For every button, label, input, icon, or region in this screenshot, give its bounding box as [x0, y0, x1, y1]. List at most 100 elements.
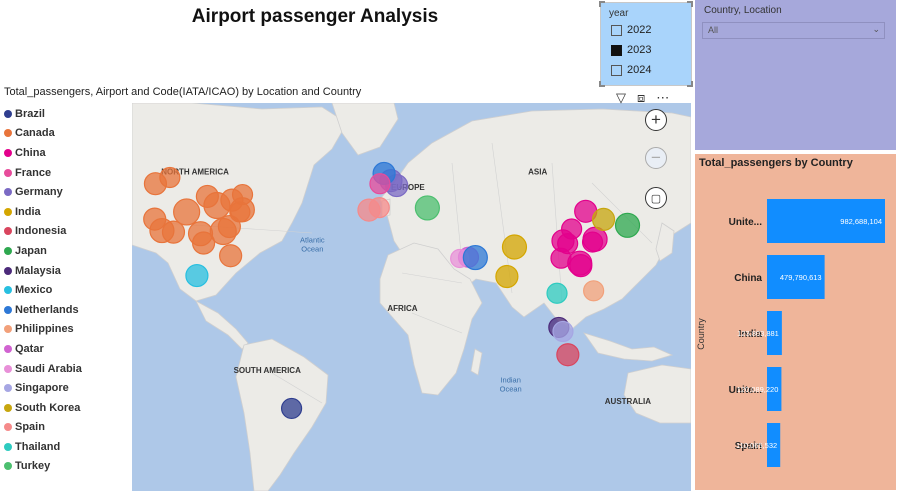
- bar-category-label: China: [734, 273, 762, 284]
- ocean-label: Ocean: [301, 245, 323, 254]
- more-options-icon[interactable]: ⋯: [656, 90, 669, 106]
- legend-marker: [4, 364, 12, 373]
- continent-label: AUSTRALIA: [605, 397, 651, 406]
- select-tool-button[interactable]: ▢: [645, 187, 667, 209]
- legend-marker: [4, 325, 12, 334]
- legend-label: Saudi Arabia: [15, 362, 82, 375]
- year-option-2024[interactable]: 2024: [611, 64, 651, 76]
- bar-chart-canvas: Unite... 982,688,104China 479,790,613India…: [729, 199, 885, 467]
- year-slicer-header: year: [609, 8, 629, 19]
- legend-marker: [4, 344, 12, 353]
- checkbox[interactable]: [611, 64, 622, 76]
- legend-item[interactable]: Netherlands: [3, 300, 128, 320]
- legend-label: Canada: [15, 127, 55, 140]
- map-bubble-china[interactable]: [569, 254, 593, 278]
- map-bubble-brazil[interactable]: [280, 397, 303, 420]
- legend-label: Spain: [15, 421, 45, 434]
- legend-item[interactable]: Turkey: [3, 457, 128, 477]
- zoom-in-button[interactable]: +: [645, 109, 667, 131]
- legend-item[interactable]: France: [3, 163, 128, 183]
- legend-item[interactable]: China: [3, 143, 128, 163]
- map-bubble-netherlands[interactable]: [462, 244, 488, 271]
- legend-item[interactable]: South Korea: [3, 398, 128, 418]
- map-bubble-canada[interactable]: [161, 220, 186, 244]
- legend-label: Malaysia: [15, 264, 61, 277]
- year-option-label: 2024: [627, 64, 652, 76]
- map-bubble-canada[interactable]: [173, 198, 201, 226]
- map-bubble-canada[interactable]: [159, 166, 181, 189]
- map-bubble-canada[interactable]: [219, 244, 243, 268]
- legend-marker: [4, 305, 12, 314]
- resize-handle[interactable]: [687, 81, 693, 87]
- legend-item[interactable]: Philippines: [3, 320, 128, 340]
- country-location-dropdown[interactable]: All ⌄: [702, 22, 885, 39]
- legend-item[interactable]: Thailand: [3, 437, 128, 457]
- legend-item[interactable]: Spain: [3, 418, 128, 438]
- map-bubble-mexico[interactable]: [185, 263, 209, 288]
- legend-item[interactable]: Malaysia: [3, 261, 128, 281]
- legend-label: South Korea: [15, 401, 81, 414]
- legend-marker: [4, 227, 12, 236]
- map-bubble-philippines[interactable]: [583, 280, 605, 302]
- legend-item[interactable]: India: [3, 202, 128, 222]
- year-option-label: 2022: [627, 24, 652, 36]
- legend-marker: [4, 442, 12, 451]
- legend-item[interactable]: Germany: [3, 182, 128, 202]
- legend-item[interactable]: Indonesia: [3, 222, 128, 242]
- map-bubble-turkey[interactable]: [414, 195, 440, 221]
- legend-marker: [4, 188, 12, 197]
- map-bubble-canada[interactable]: [217, 214, 241, 239]
- map-canvas[interactable]: NORTH AMERICAEUROPEASIAAFRICASOUTH AMERI…: [132, 103, 691, 491]
- map-bubble-south-korea[interactable]: [591, 207, 616, 232]
- continent-label: SOUTH AMERICA: [234, 366, 301, 375]
- bar-chart-visual: Total_passengers by Country Country Unit…: [695, 154, 896, 490]
- map-bubble-indonesia[interactable]: [556, 343, 580, 367]
- legend-item[interactable]: Qatar: [3, 339, 128, 359]
- year-slicer: year 2022 2023 2024: [599, 1, 693, 87]
- year-option-2023[interactable]: 2023: [611, 44, 651, 56]
- legend-item[interactable]: Canada: [3, 124, 128, 144]
- map-bubble-china[interactable]: [550, 247, 572, 269]
- bar-data-label: 123,803,881: [737, 329, 779, 338]
- legend-marker: [4, 109, 12, 118]
- map-bubble-thailand[interactable]: [546, 282, 568, 304]
- ocean-label: Atlantic: [300, 236, 325, 245]
- legend-label: Turkey: [15, 460, 51, 473]
- legend-item[interactable]: Singapore: [3, 378, 128, 398]
- legend-item[interactable]: Saudi Arabia: [3, 359, 128, 379]
- map-visual-title: Total_passengers, Airport and Code(IATA/…: [4, 86, 362, 98]
- year-option-2022[interactable]: 2022: [611, 24, 651, 36]
- resize-handle[interactable]: [599, 1, 605, 7]
- map-bubble-china[interactable]: [581, 231, 604, 253]
- focus-mode-icon[interactable]: ⧈: [637, 90, 645, 106]
- map-bubble-canada[interactable]: [195, 184, 219, 209]
- zoom-out-button[interactable]: −: [645, 147, 667, 169]
- map-bubble-india[interactable]: [495, 264, 519, 289]
- map-bubble-canada[interactable]: [143, 207, 167, 231]
- legend-marker: [4, 403, 12, 412]
- legend-item[interactable]: Mexico: [3, 280, 128, 300]
- filter-icon[interactable]: ▽: [616, 90, 626, 106]
- continent-label: ASIA: [528, 167, 547, 176]
- land-australia: [623, 364, 691, 424]
- bubble-map[interactable]: NORTH AMERICAEUROPEASIAAFRICASOUTH AMERI…: [132, 103, 691, 491]
- legend-marker: [4, 462, 12, 471]
- map-bubble-spain[interactable]: [368, 197, 390, 219]
- legend-item[interactable]: Brazil: [3, 104, 128, 124]
- resize-handle[interactable]: [687, 1, 693, 7]
- map-bubble-japan[interactable]: [614, 212, 641, 238]
- legend-marker: [4, 266, 12, 275]
- resize-handle[interactable]: [599, 81, 605, 87]
- legend-label: Singapore: [15, 382, 69, 395]
- checkbox-checked[interactable]: [611, 44, 622, 56]
- legend-marker: [4, 129, 12, 138]
- legend-label: Netherlands: [15, 303, 79, 316]
- legend-label: Thailand: [15, 440, 61, 453]
- checkbox[interactable]: [611, 24, 622, 36]
- map-bubble-france[interactable]: [369, 173, 391, 195]
- map-bubble-singapore[interactable]: [552, 320, 574, 343]
- bar-data-label: 479,790,613: [780, 273, 822, 282]
- map-bubble-india[interactable]: [501, 234, 528, 260]
- legend-item[interactable]: Japan: [3, 241, 128, 261]
- land-central-america: [195, 300, 249, 350]
